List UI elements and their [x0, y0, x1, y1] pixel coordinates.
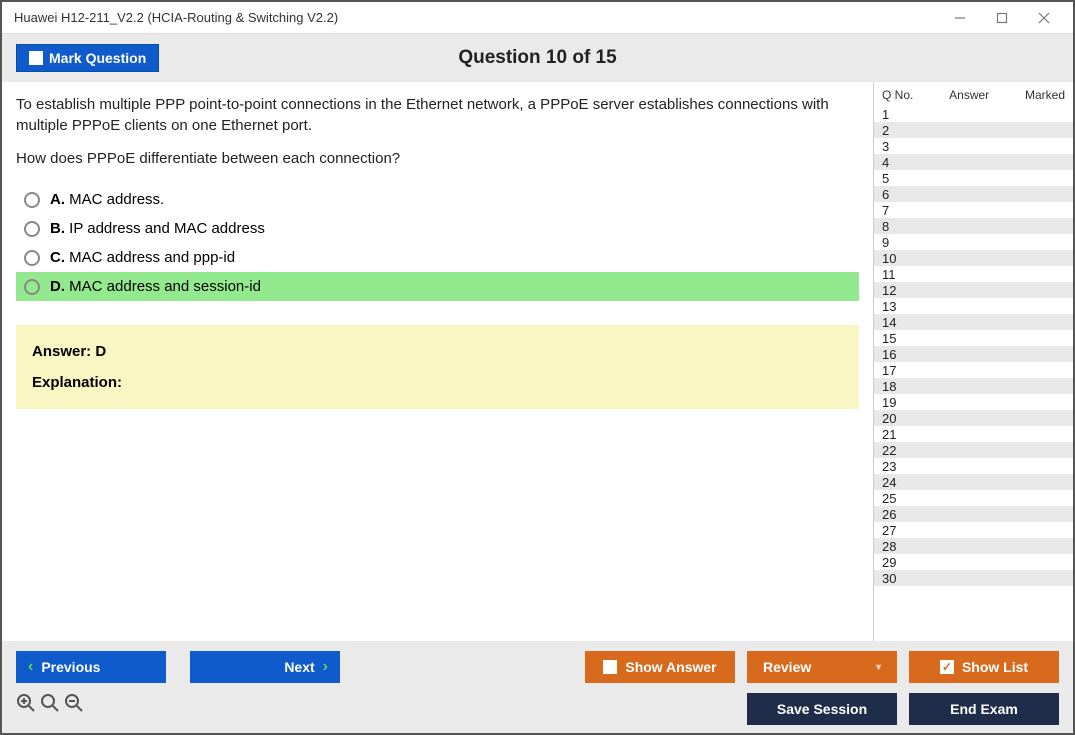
chevron-left-icon: ‹ [28, 658, 33, 676]
radio-icon [24, 250, 40, 266]
option-label: D. MAC address and session-id [50, 278, 261, 295]
question-list-row[interactable]: 17 [874, 362, 1073, 378]
option-label: C. MAC address and ppp-id [50, 249, 235, 266]
question-list-row[interactable]: 19 [874, 394, 1073, 410]
question-list-row[interactable]: 25 [874, 490, 1073, 506]
minimize-icon [954, 12, 966, 24]
option-label: A. MAC address. [50, 191, 164, 208]
question-list-row[interactable]: 9 [874, 234, 1073, 250]
body-area: To establish multiple PPP point-to-point… [2, 82, 1073, 641]
radio-icon [24, 221, 40, 237]
show-list-label: Show List [962, 659, 1028, 675]
checkbox-checked-icon: ✓ [940, 660, 954, 674]
option-a[interactable]: A. MAC address. [16, 185, 859, 214]
show-list-button[interactable]: ✓ Show List [909, 651, 1059, 683]
answer-box: Answer: D Explanation: [16, 325, 859, 409]
question-list-row[interactable]: 14 [874, 314, 1073, 330]
question-list-row[interactable]: 5 [874, 170, 1073, 186]
question-list[interactable]: 1234567891011121314151617181920212223242… [874, 106, 1073, 641]
checkbox-icon [603, 660, 617, 674]
question-list-row[interactable]: 6 [874, 186, 1073, 202]
previous-label: Previous [41, 659, 100, 675]
question-list-row[interactable]: 11 [874, 266, 1073, 282]
checkbox-icon [29, 51, 43, 65]
header-bar: Mark Question Question 10 of 15 [2, 34, 1073, 82]
question-text-2: How does PPPoE differentiate between eac… [16, 150, 859, 167]
question-list-row[interactable]: 24 [874, 474, 1073, 490]
minimize-button[interactable] [939, 4, 981, 32]
save-session-label: Save Session [777, 701, 867, 717]
question-list-row[interactable]: 4 [874, 154, 1073, 170]
question-list-row[interactable]: 23 [874, 458, 1073, 474]
next-button[interactable]: Next › [190, 651, 340, 683]
show-answer-button[interactable]: Show Answer [585, 651, 735, 683]
question-list-header: Q No. Answer Marked [874, 82, 1073, 106]
question-list-row[interactable]: 8 [874, 218, 1073, 234]
option-c[interactable]: C. MAC address and ppp-id [16, 243, 859, 272]
question-list-row[interactable]: 28 [874, 538, 1073, 554]
zoom-in-icon[interactable] [16, 693, 36, 719]
close-icon [1038, 12, 1050, 24]
zoom-reset-icon[interactable] [40, 693, 60, 719]
maximize-button[interactable] [981, 4, 1023, 32]
footer-bar: ‹ Previous Next › [2, 641, 1073, 733]
review-label: Review [763, 659, 811, 675]
question-list-row[interactable]: 26 [874, 506, 1073, 522]
save-session-button[interactable]: Save Session [747, 693, 897, 725]
option-label: B. IP address and MAC address [50, 220, 265, 237]
question-pane: To establish multiple PPP point-to-point… [2, 82, 873, 641]
end-exam-label: End Exam [950, 701, 1018, 717]
question-list-row[interactable]: 16 [874, 346, 1073, 362]
question-list-row[interactable]: 2 [874, 122, 1073, 138]
question-list-row[interactable]: 21 [874, 426, 1073, 442]
question-list-row[interactable]: 18 [874, 378, 1073, 394]
answer-label: Answer: D [32, 343, 843, 360]
chevron-right-icon: › [323, 658, 328, 676]
radio-icon [24, 192, 40, 208]
question-list-row[interactable]: 1 [874, 106, 1073, 122]
option-b[interactable]: B. IP address and MAC address [16, 214, 859, 243]
col-answer: Answer [949, 88, 989, 102]
question-text-1: To establish multiple PPP point-to-point… [16, 94, 859, 136]
maximize-icon [996, 12, 1008, 24]
window-title: Huawei H12-211_V2.2 (HCIA-Routing & Swit… [14, 10, 338, 25]
question-list-row[interactable]: 20 [874, 410, 1073, 426]
question-list-row[interactable]: 13 [874, 298, 1073, 314]
col-qno: Q No. [882, 88, 913, 102]
question-list-pane: Q No. Answer Marked 12345678910111213141… [873, 82, 1073, 641]
zoom-out-icon[interactable] [64, 693, 84, 719]
question-list-row[interactable]: 27 [874, 522, 1073, 538]
col-marked: Marked [1025, 88, 1065, 102]
question-list-row[interactable]: 12 [874, 282, 1073, 298]
question-list-row[interactable]: 22 [874, 442, 1073, 458]
question-list-row[interactable]: 29 [874, 554, 1073, 570]
titlebar: Huawei H12-211_V2.2 (HCIA-Routing & Swit… [2, 2, 1073, 34]
option-d[interactable]: D. MAC address and session-id [16, 272, 859, 301]
question-list-row[interactable]: 15 [874, 330, 1073, 346]
explanation-label: Explanation: [32, 374, 843, 391]
question-list-row[interactable]: 10 [874, 250, 1073, 266]
window-controls [939, 4, 1065, 32]
show-answer-label: Show Answer [625, 659, 716, 675]
question-list-row[interactable]: 7 [874, 202, 1073, 218]
mark-question-label: Mark Question [49, 50, 146, 66]
question-counter: Question 10 of 15 [2, 47, 1073, 69]
app-window: Huawei H12-211_V2.2 (HCIA-Routing & Swit… [0, 0, 1075, 735]
previous-button[interactable]: ‹ Previous [16, 651, 166, 683]
next-label: Next [284, 659, 314, 675]
review-dropdown[interactable]: Review ▾ [747, 651, 897, 683]
close-button[interactable] [1023, 4, 1065, 32]
mark-question-button[interactable]: Mark Question [16, 44, 159, 72]
radio-icon [24, 279, 40, 295]
end-exam-button[interactable]: End Exam [909, 693, 1059, 725]
question-list-row[interactable]: 30 [874, 570, 1073, 586]
options-list: A. MAC address. B. IP address and MAC ad… [16, 185, 859, 301]
question-list-row[interactable]: 3 [874, 138, 1073, 154]
chevron-down-icon: ▾ [876, 662, 881, 673]
